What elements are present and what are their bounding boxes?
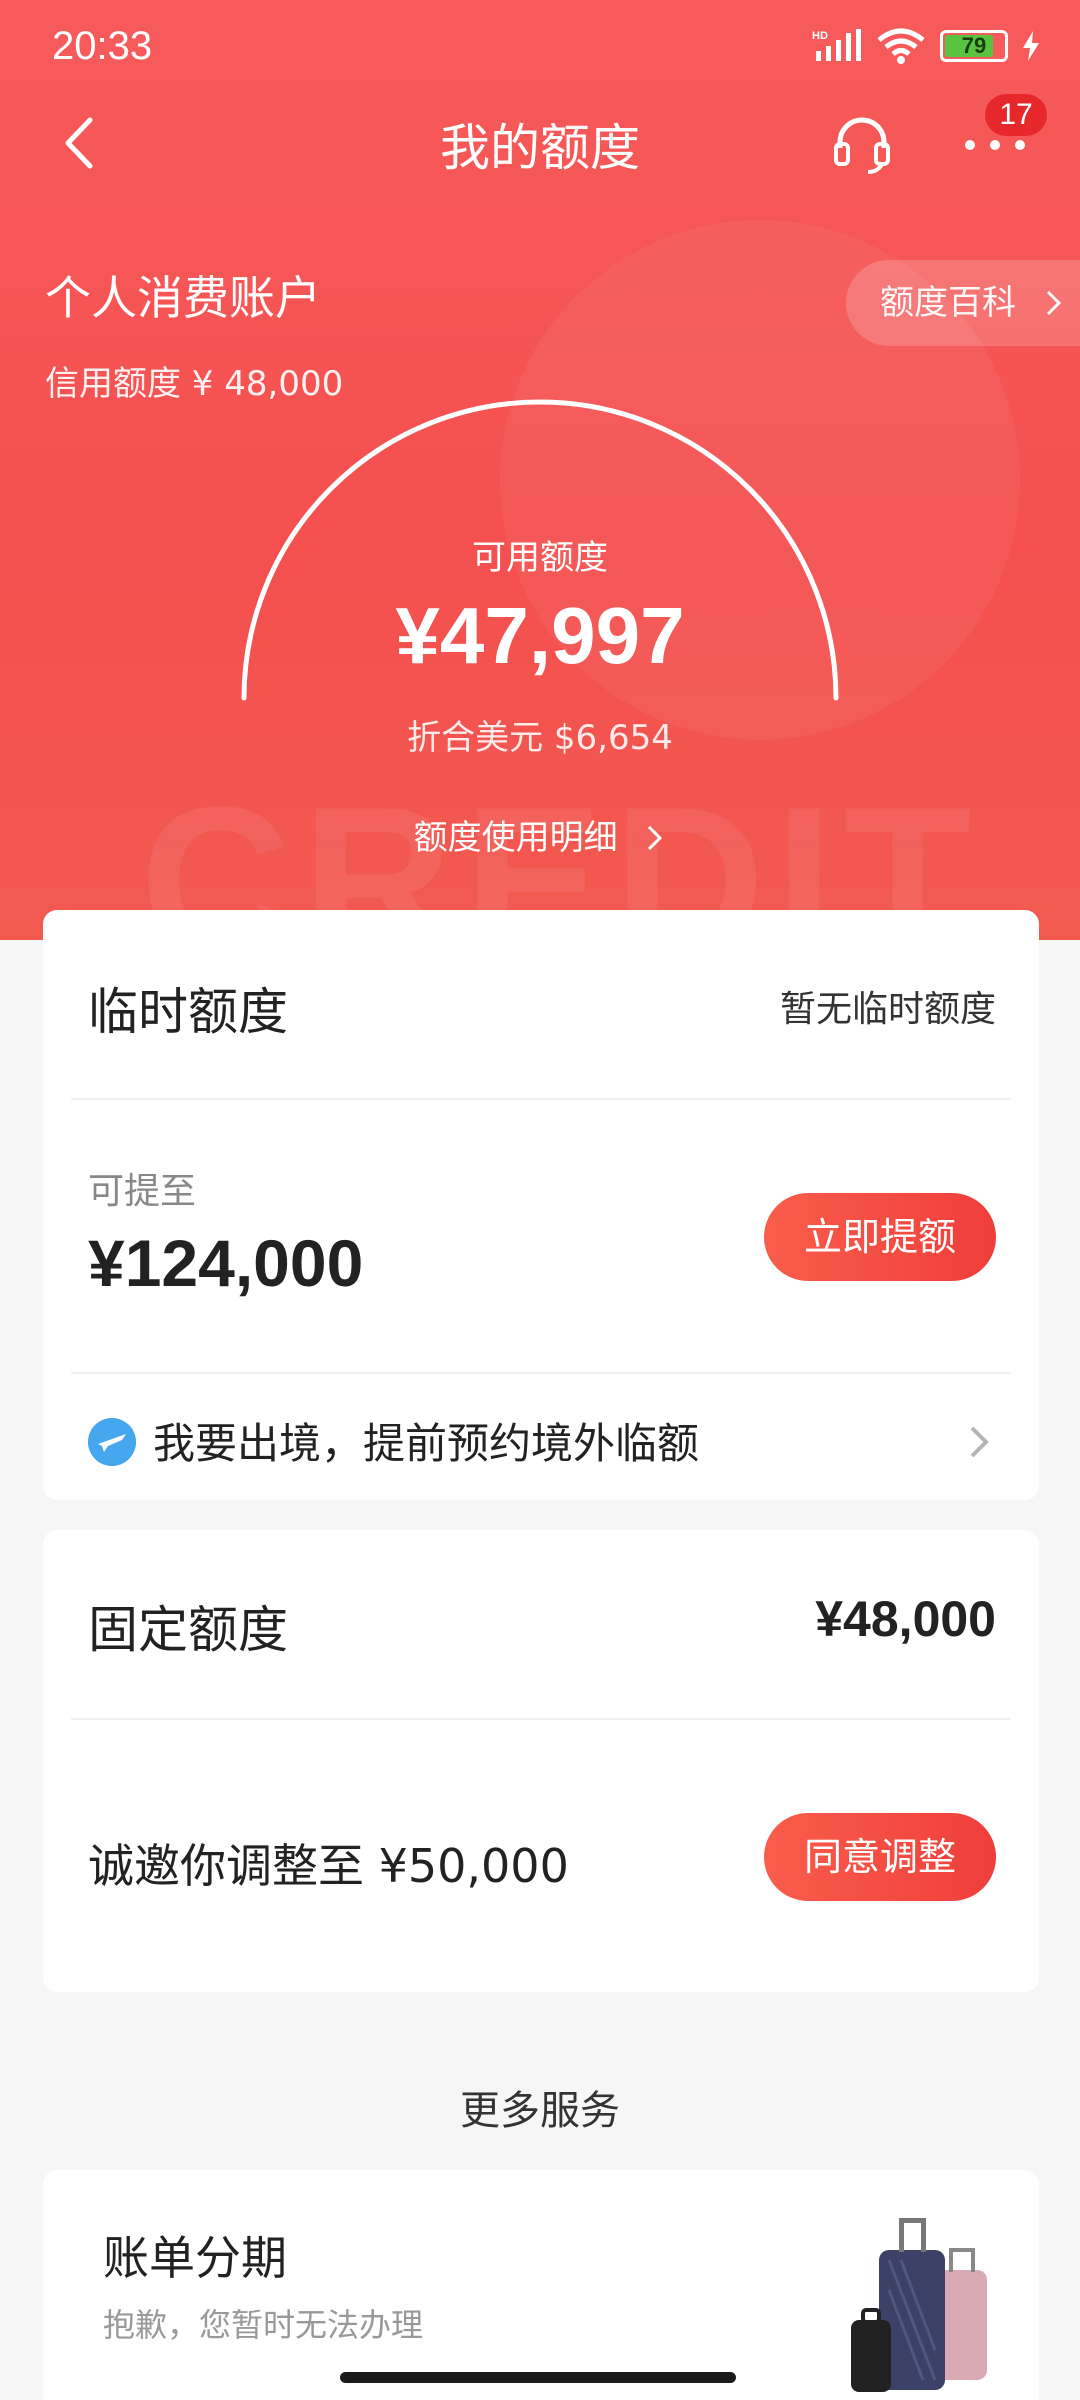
usd-equivalent: 折合美元 $6,654: [407, 718, 673, 758]
fixed-quota-card: 固定额度 ¥48,000 诚邀你调整至 ¥50,000 同意调整: [43, 1530, 1039, 1992]
account-name: 个人消费账户: [45, 271, 321, 325]
service-title: 账单分期: [103, 2231, 287, 2285]
fixed-quota-title: 固定额度: [88, 1601, 288, 1659]
notification-badge: 17: [985, 94, 1047, 136]
abroad-reservation-row[interactable]: 我要出境，提前预约境外临额: [43, 1370, 1039, 1500]
chevron-right-icon: [970, 1426, 989, 1458]
signal-icon: HD: [812, 29, 861, 61]
fixed-quota-amount: ¥48,000: [815, 1591, 996, 1647]
temporary-quota-card: 临时额度 暂无临时额度 可提至 ¥124,000 立即提额 我要出境，提前预约境…: [43, 910, 1039, 1500]
battery-level: 79: [961, 33, 987, 58]
adjust-invitation-text: 诚邀你调整至 ¥50,000: [88, 1839, 569, 1893]
plane-icon: [88, 1418, 136, 1466]
more-services-heading: 更多服务: [460, 2088, 620, 2134]
temporary-quota-status: 暂无临时额度: [779, 989, 996, 1030]
status-icons: HD 79: [812, 28, 1040, 64]
status-bar: 20:33 HD 79: [0, 0, 1080, 100]
hero-header: CREDIT 20:33 HD 79 我的额度 17 个人消费账户 信用额度 ¥…: [0, 0, 1080, 940]
chevron-right-icon: [648, 825, 663, 851]
luggage-illustration: [851, 2218, 987, 2392]
wifi-icon: [877, 28, 925, 64]
quota-encyclopedia-label: 额度百科: [880, 283, 1016, 323]
page-title: 我的额度: [440, 119, 640, 177]
status-time: 20:33: [52, 24, 153, 68]
service-description: 抱歉，您暂时无法办理: [103, 2306, 424, 2344]
agree-adjust-button[interactable]: 同意调整: [764, 1813, 996, 1901]
raise-quota-button[interactable]: 立即提额: [764, 1193, 996, 1281]
charging-icon: [1023, 31, 1039, 61]
available-quota-amount: ¥47,997: [395, 591, 685, 680]
available-quota-label: 可用额度: [472, 538, 608, 578]
service-card[interactable]: 账单分期 抱歉，您暂时无法办理: [43, 2170, 1039, 2400]
chevron-right-icon: [1046, 290, 1061, 316]
battery-icon: 79: [940, 30, 1008, 62]
up-to-label: 可提至: [88, 1171, 197, 1212]
abroad-reservation-text: 我要出境，提前预约境外临额: [153, 1419, 700, 1468]
up-to-amount: ¥124,000: [88, 1226, 364, 1300]
home-indicator[interactable]: [340, 2372, 736, 2383]
svg-text:HD: HD: [812, 30, 828, 42]
temporary-quota-title: 临时额度: [88, 983, 288, 1041]
quota-usage-detail-label: 额度使用明细: [413, 818, 618, 858]
quota-usage-detail-link[interactable]: 额度使用明细: [0, 810, 1080, 859]
quota-encyclopedia-button[interactable]: 额度百科: [846, 260, 1080, 346]
divider: [71, 1098, 1011, 1100]
headset-icon[interactable]: [830, 112, 894, 176]
divider: [71, 1718, 1011, 1720]
